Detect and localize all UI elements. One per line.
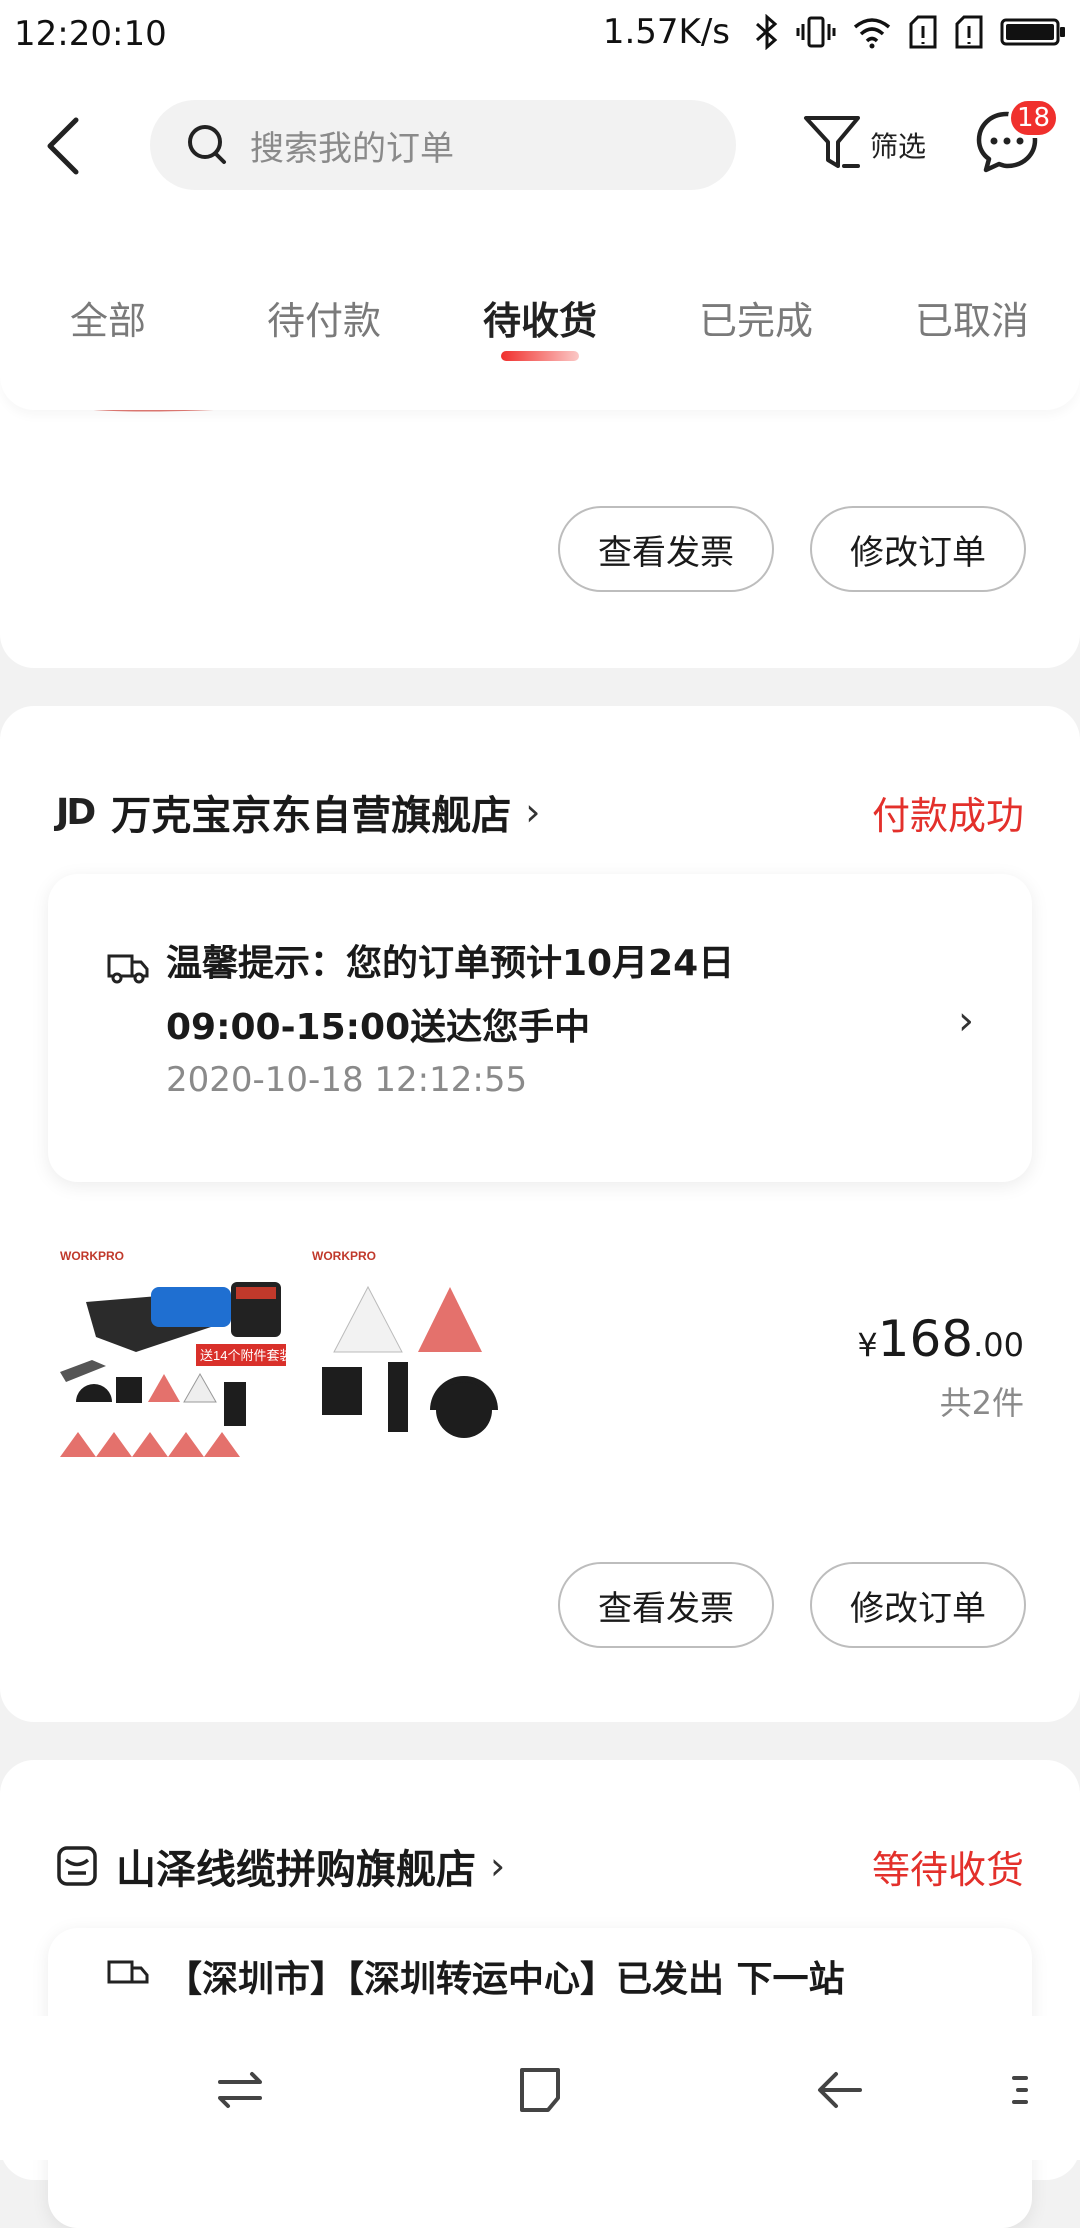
- delivery-tip-text: 【深圳市】【深圳转运中心】已发出 下一站: [166, 1959, 845, 2000]
- chevron-right-icon: ›: [490, 1844, 506, 1888]
- product-brand: WORKPRO: [60, 1249, 124, 1263]
- product-brand: WORKPRO: [312, 1249, 376, 1263]
- switch-icon[interactable]: [210, 2060, 270, 2120]
- jd-logo: JD: [56, 791, 96, 833]
- status-time: 12:20:10: [14, 14, 167, 54]
- product-thumbnail: WORKPRO: [308, 1242, 544, 1470]
- modify-order-button[interactable]: 修改订单: [810, 506, 1026, 592]
- filter-label: 筛选: [870, 130, 927, 163]
- back-nav-icon[interactable]: [810, 2060, 870, 2120]
- status-bar: 12:20:10 1.57K/s: [0, 0, 1080, 72]
- home-icon[interactable]: [510, 2060, 570, 2120]
- modify-order-button[interactable]: 修改订单: [810, 1562, 1026, 1648]
- product-thumbnail: WORKPRO 送14个附件套装: [56, 1242, 292, 1470]
- delivery-tip-time: 2020-10-18 12:12:55: [166, 1060, 528, 1100]
- order-tabs: 全部 待付款 待收货 已完成 已取消: [0, 220, 1080, 410]
- price-decimal: .00: [973, 1326, 1024, 1364]
- menu-icon[interactable]: [1000, 2060, 1040, 2120]
- price-symbol: ¥: [857, 1326, 878, 1364]
- product-images[interactable]: WORKPRO 送14个附件套装 WORKPRO: [56, 1242, 544, 1470]
- system-nav-bar: [0, 2016, 1080, 2160]
- delivery-tip-text: 温馨提示：您的订单预计10月24日09:00-15:00送达您手中: [166, 943, 735, 1048]
- shop-name: 山泽线缆拼购旗舰店: [116, 1847, 476, 1893]
- chevron-right-icon: ›: [958, 998, 974, 1044]
- view-invoice-button[interactable]: 查看发票: [558, 1562, 774, 1648]
- top-bar: 搜索我的订单 筛选 18: [0, 72, 1080, 220]
- battery-icon: [1000, 18, 1065, 46]
- order-price: ¥168.00: [857, 1310, 1024, 1368]
- order-status: 付款成功: [871, 793, 1024, 838]
- truck-icon: [107, 954, 149, 984]
- vibrate-icon: [796, 16, 836, 48]
- price-integer: 168: [877, 1310, 974, 1368]
- tab-pending-receipt[interactable]: 待收货: [460, 290, 620, 345]
- filter-icon: [804, 116, 860, 168]
- tab-cancelled[interactable]: 已取消: [892, 290, 1052, 345]
- message-badge: 18: [1008, 98, 1060, 138]
- order-card: JD 万克宝京东自营旗舰店 › 付款成功 温馨提示：您的订单预计10月24日09…: [0, 706, 1080, 1722]
- delivery-tip[interactable]: 温馨提示：您的订单预计10月24日09:00-15:00送达您手中 2020-1…: [48, 874, 1032, 1182]
- sim2-icon: [955, 15, 983, 49]
- chevron-right-icon: ›: [525, 790, 541, 834]
- truck-icon: [107, 1960, 149, 1984]
- bluetooth-icon: [756, 14, 778, 50]
- store-icon: [57, 1846, 97, 1886]
- shop-name: 万克宝京东自营旗舰店: [111, 793, 512, 839]
- order-status: 等待收货: [871, 1847, 1024, 1892]
- tab-pending-payment[interactable]: 待付款: [244, 290, 404, 345]
- network-speed: 1.57K/s: [602, 12, 730, 52]
- active-tab-indicator: [501, 351, 579, 361]
- shop-header[interactable]: 山泽线缆拼购旗舰店 › 等待收货: [56, 1836, 1024, 1896]
- search-placeholder: 搜索我的订单: [250, 128, 454, 169]
- product-badge: 送14个附件套装: [200, 1348, 292, 1363]
- sim1-icon: [909, 15, 937, 49]
- item-count: 共2件: [939, 1384, 1024, 1422]
- tab-completed[interactable]: 已完成: [676, 290, 836, 345]
- tab-all[interactable]: 全部: [28, 290, 188, 345]
- wifi-icon: [853, 18, 891, 49]
- filter-button[interactable]: 筛选: [800, 108, 926, 178]
- shop-header[interactable]: JD 万克宝京东自营旗舰店 › 付款成功: [56, 782, 1024, 842]
- search-icon: [188, 125, 226, 164]
- search-input[interactable]: 搜索我的订单: [150, 100, 736, 190]
- view-invoice-button[interactable]: 查看发票: [558, 506, 774, 592]
- back-icon[interactable]: [36, 114, 96, 178]
